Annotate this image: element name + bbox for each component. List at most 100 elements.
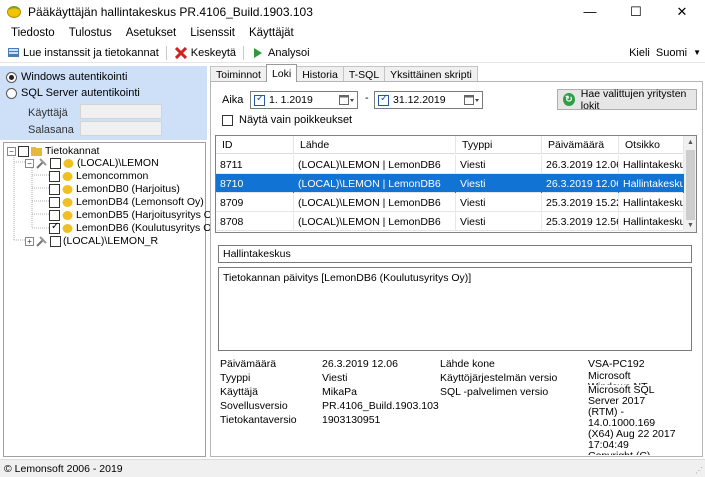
cell-title: Hallintakeskus bbox=[619, 193, 684, 212]
detail-source-value: VSA-PC192 bbox=[588, 358, 645, 370]
calendar-dropdown-icon[interactable] bbox=[339, 94, 355, 106]
menu-asetukset[interactable]: Asetukset bbox=[119, 27, 184, 39]
cancel-button[interactable]: Keskeytä bbox=[170, 44, 240, 62]
table-row-selected[interactable]: 8710 (LOCAL)\LEMON | LemonDB6 Viesti 26.… bbox=[216, 174, 684, 193]
password-input[interactable] bbox=[80, 121, 162, 136]
log-title-field[interactable]: Hallintakeskus bbox=[218, 245, 692, 263]
menu-tiedosto[interactable]: Tiedosto bbox=[4, 27, 62, 39]
db-checkbox[interactable] bbox=[49, 209, 60, 221]
tab-tsql[interactable]: T-SQL bbox=[342, 66, 386, 82]
language-label: Kieli bbox=[629, 46, 650, 59]
folder-icon bbox=[31, 146, 42, 157]
column-header-date[interactable]: Päivämäärä bbox=[542, 136, 619, 154]
log-table[interactable]: ID Lähde Tyyppi Päivämäärä Otsikko 8711 … bbox=[215, 135, 697, 233]
instance-lemon-r-checkbox[interactable] bbox=[50, 235, 61, 247]
password-label: Salasana bbox=[28, 124, 74, 136]
column-header-type[interactable]: Tyyppi bbox=[456, 136, 542, 154]
expand-icon[interactable]: + bbox=[25, 236, 34, 246]
tab-strip: Toiminnot Loki Historia T-SQL Yksittäine… bbox=[210, 64, 478, 82]
chevron-down-icon[interactable]: ▼ bbox=[693, 48, 701, 57]
cancel-label: Keskeytä bbox=[190, 46, 237, 59]
db-checkbox-checked[interactable] bbox=[49, 221, 60, 234]
scroll-thumb[interactable] bbox=[686, 150, 695, 220]
cell-source: (LOCAL)\LEMON | LemonDB6 bbox=[294, 212, 456, 231]
detail-dbver-label: Tietokantaversio bbox=[220, 414, 297, 426]
table-row[interactable]: 8709 (LOCAL)\LEMON | LemonDB6 Viesti 25.… bbox=[216, 193, 684, 212]
tree-instance-lemon[interactable]: − (LOCAL)\LEMON bbox=[25, 157, 159, 169]
from-date-picker[interactable]: 1. 1.2019 bbox=[250, 91, 358, 109]
lemon-db-icon bbox=[62, 171, 73, 182]
menu-lisenssit[interactable]: Lisenssit bbox=[183, 27, 242, 39]
scroll-down-icon[interactable]: ▼ bbox=[684, 219, 696, 232]
menu-tulostus[interactable]: Tulostus bbox=[62, 27, 119, 39]
detail-sql-value: Microsoft SQL Server 2017 (RTM) - 14.0.1… bbox=[588, 385, 676, 455]
scroll-up-icon[interactable]: ▲ bbox=[684, 136, 696, 149]
fetch-logs-button[interactable]: ↻ Hae valittujen yritysten lokit bbox=[557, 88, 697, 112]
resize-grip-icon[interactable]: ⋰ bbox=[695, 466, 703, 475]
tree-instance-lemon-r[interactable]: + (LOCAL)\LEMON_R bbox=[25, 235, 158, 247]
tab-loki[interactable]: Loki bbox=[265, 64, 298, 82]
exceptions-only-option[interactable]: Näytä vain poikkeukset bbox=[222, 114, 352, 126]
column-header-title[interactable]: Otsikko bbox=[619, 136, 684, 154]
tab-single-script[interactable]: Yksittäinen skripti bbox=[384, 66, 478, 82]
table-scrollbar[interactable]: ▲ ▼ bbox=[684, 136, 696, 232]
column-header-id[interactable]: ID bbox=[216, 136, 294, 154]
language-value[interactable]: Suomi bbox=[656, 47, 687, 59]
time-label: Aika bbox=[222, 94, 244, 106]
calendar-dropdown-icon[interactable] bbox=[464, 94, 480, 106]
tree-root-checkbox[interactable] bbox=[18, 145, 29, 157]
to-date-checkbox[interactable] bbox=[378, 93, 389, 106]
minimize-button[interactable]: — bbox=[567, 0, 613, 23]
load-instances-label: Lue instanssit ja tietokannat bbox=[23, 46, 159, 59]
cell-id: 8710 bbox=[216, 174, 294, 193]
tree-db-item[interactable]: LemonDB4 (Lemonsoft Oy) bbox=[49, 196, 204, 208]
tree-db-item[interactable]: LemonDB6 (Koulutusyritys Oy) bbox=[49, 221, 221, 234]
analyze-label: Analysoi bbox=[268, 46, 310, 59]
detail-appver-label: Sovellusversio bbox=[220, 400, 288, 412]
exceptions-only-label: Näytä vain poikkeukset bbox=[239, 114, 353, 126]
from-date-checkbox[interactable] bbox=[254, 93, 265, 106]
cell-source: (LOCAL)\LEMON | LemonDB6 bbox=[294, 174, 456, 193]
tab-toiminnot[interactable]: Toiminnot bbox=[210, 66, 267, 82]
cell-title: Hallintakeskus bbox=[619, 174, 684, 193]
collapse-icon[interactable]: − bbox=[7, 146, 16, 156]
analyze-button[interactable]: Analysoi bbox=[247, 44, 314, 62]
user-input[interactable] bbox=[80, 104, 162, 119]
tree-db-item[interactable]: LemonDB0 (Harjoitus) bbox=[49, 183, 180, 195]
log-message-field[interactable]: Tietokannan päivitys [LemonDB6 (Koulutus… bbox=[218, 267, 692, 351]
cancel-x-icon bbox=[174, 46, 188, 60]
maximize-button[interactable]: ☐ bbox=[613, 0, 659, 23]
server-tools-icon bbox=[36, 157, 47, 169]
instance-lemon-checkbox[interactable] bbox=[50, 157, 61, 169]
cell-date: 26.3.2019 12.06 bbox=[542, 155, 619, 174]
db-label: LemonDB0 (Harjoitus) bbox=[76, 183, 180, 195]
language-selector[interactable]: Kieli Suomi ▼ bbox=[623, 47, 705, 59]
sql-auth-radio[interactable] bbox=[6, 87, 17, 99]
db-checkbox[interactable] bbox=[49, 196, 60, 208]
tree-root[interactable]: − Tietokannat bbox=[7, 145, 99, 157]
db-label: LemonDB6 (Koulutusyritys Oy) bbox=[76, 222, 221, 234]
menu-kayttajat[interactable]: Käyttäjät bbox=[242, 27, 301, 39]
from-date-value[interactable]: 1. 1.2019 bbox=[269, 94, 313, 106]
to-date-picker[interactable]: 31.12.2019 bbox=[374, 91, 483, 109]
column-header-source[interactable]: Lähde bbox=[294, 136, 456, 154]
tab-historia[interactable]: Historia bbox=[296, 66, 344, 82]
detail-appver-value: PR.4106_Build.1903.103 bbox=[322, 400, 439, 412]
sql-auth-option[interactable]: SQL Server autentikointi bbox=[6, 87, 140, 99]
db-checkbox[interactable] bbox=[49, 170, 60, 182]
close-button[interactable]: ✕ bbox=[659, 0, 705, 23]
windows-auth-option[interactable]: Windows autentikointi bbox=[6, 71, 127, 83]
load-instances-button[interactable]: Lue instanssit ja tietokannat bbox=[2, 44, 163, 62]
exceptions-only-checkbox[interactable] bbox=[222, 114, 233, 126]
db-checkbox[interactable] bbox=[49, 183, 60, 195]
database-tree[interactable]: − Tietokannat − (LOCAL)\LEMON Lemoncommo… bbox=[3, 142, 221, 457]
windows-auth-radio[interactable] bbox=[6, 71, 17, 83]
table-row[interactable]: 8708 (LOCAL)\LEMON | LemonDB6 Viesti 25.… bbox=[216, 212, 684, 231]
tree-db-item[interactable]: LemonDB5 (Harjoitusyritys Oy) bbox=[49, 209, 221, 221]
to-date-value[interactable]: 31.12.2019 bbox=[393, 94, 446, 106]
tree-db-item[interactable]: Lemoncommon bbox=[49, 170, 148, 182]
collapse-icon[interactable]: − bbox=[25, 158, 34, 168]
table-row[interactable]: 8711 (LOCAL)\LEMON | LemonDB6 Viesti 26.… bbox=[216, 155, 684, 174]
server-tools-icon bbox=[36, 235, 47, 247]
lemon-db-icon bbox=[62, 184, 73, 195]
